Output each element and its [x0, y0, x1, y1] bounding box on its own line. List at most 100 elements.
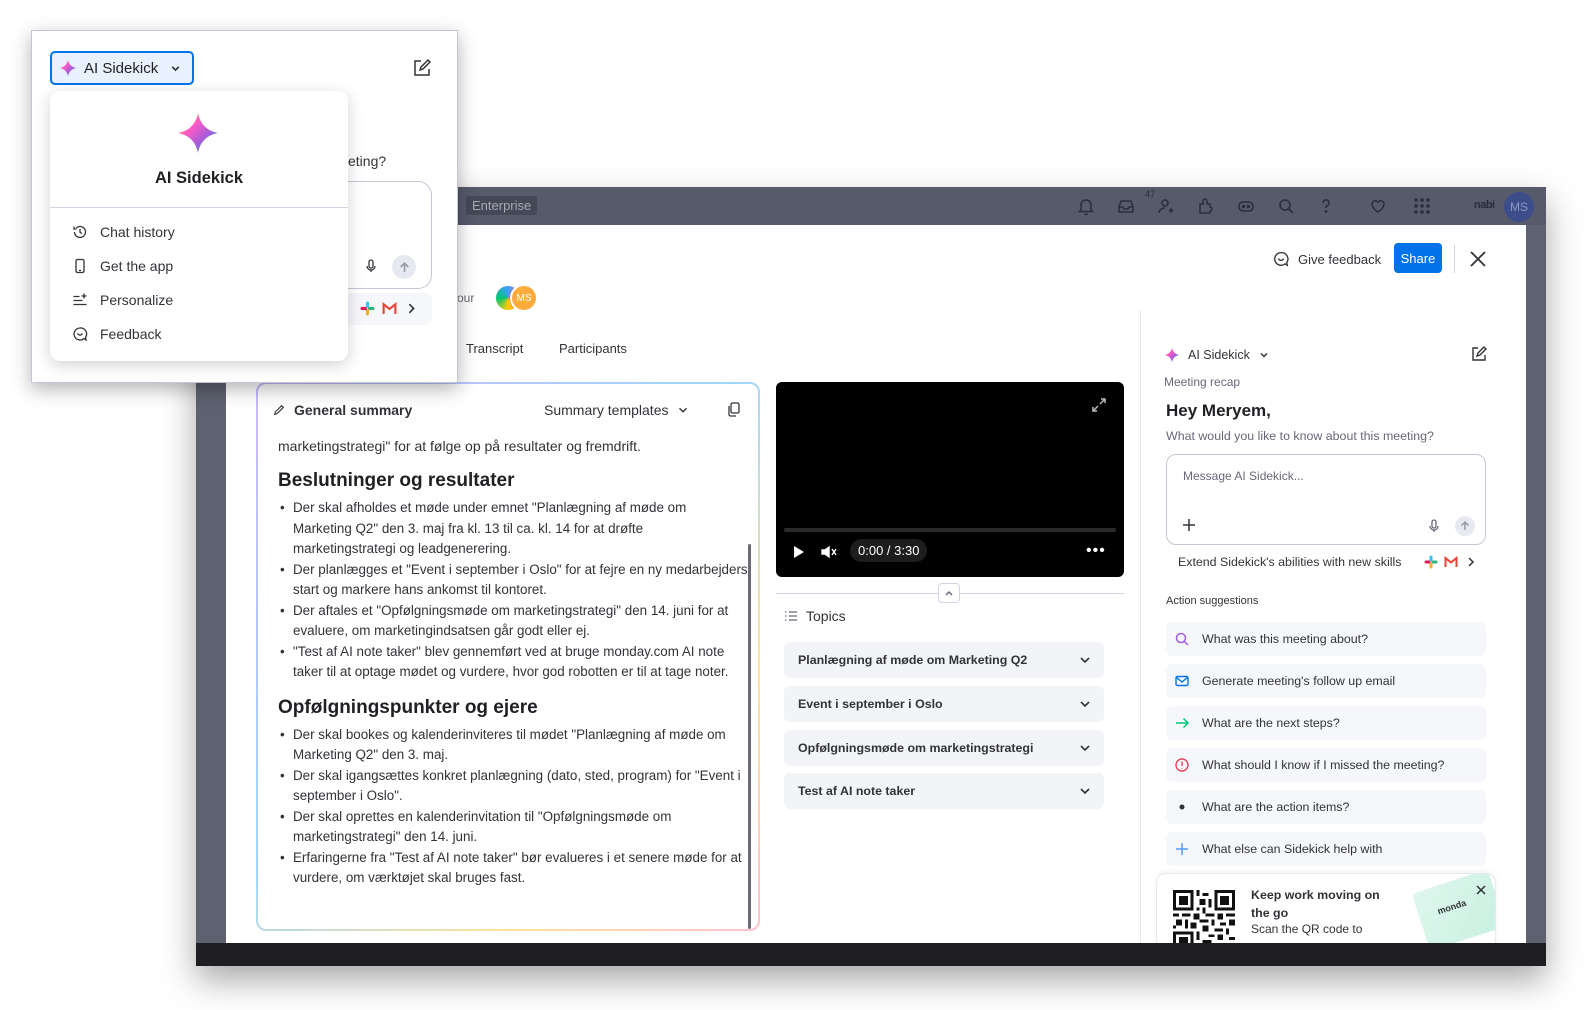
video-player[interactable]: 0:00 / 3:30 ••• — [776, 382, 1124, 577]
sidekick-star-icon — [59, 59, 77, 77]
inbox-icon[interactable] — [1116, 196, 1136, 216]
participant-avatar-ms: MS — [510, 284, 538, 312]
chevron-down-icon — [1080, 745, 1090, 752]
inbox-count: 47 — [1145, 189, 1156, 199]
meeting-time-partial: our — [457, 291, 475, 305]
chevron-right-icon — [408, 303, 415, 314]
extend-skills-text[interactable]: Extend Sidekick's abilities with new ski… — [1178, 555, 1401, 569]
new-chat-icon[interactable] — [1470, 345, 1488, 363]
play-icon[interactable] — [790, 544, 806, 560]
fullscreen-icon[interactable] — [1090, 396, 1108, 414]
suggestion-item[interactable]: Generate meeting's follow up email — [1166, 664, 1486, 698]
menu-item-feedback[interactable]: Feedback — [72, 326, 161, 342]
menu-item-chat-history[interactable]: Chat history — [72, 224, 175, 240]
section-heading: Opfølgningspunkter og ejere — [278, 696, 538, 718]
close-icon[interactable] — [1475, 884, 1487, 896]
topics-header: Topics — [784, 608, 846, 624]
sidekick-title: AI Sidekick — [1188, 348, 1250, 362]
bell-icon[interactable] — [1076, 196, 1096, 216]
close-icon[interactable] — [1466, 247, 1490, 271]
list-item: Der planlægges et "Event i september i O… — [278, 560, 748, 601]
menu-item-label: Personalize — [100, 292, 174, 308]
apps-puzzle-icon[interactable] — [1196, 196, 1216, 216]
suggestion-label: What should I know if I missed the meeti… — [1202, 758, 1445, 772]
app-grid-icon[interactable] — [1412, 196, 1432, 216]
send-button[interactable] — [392, 255, 416, 279]
sidekick-question-partial: eting? — [348, 153, 387, 169]
chevron-down-icon — [1080, 657, 1090, 664]
sidekick-star-icon — [177, 112, 219, 154]
chevron-right-icon — [1468, 557, 1475, 567]
topic-item[interactable]: Event i september i Oslo — [784, 686, 1104, 722]
topic-label: Event i september i Oslo — [798, 697, 943, 711]
invite-icon[interactable] — [1156, 196, 1176, 216]
volume-icon[interactable] — [820, 544, 840, 560]
gmail-icon — [382, 301, 397, 314]
decisions-list: Der skal afholdes et møde under emnet "P… — [278, 498, 748, 683]
suggestion-label: What are the action items? — [1202, 800, 1350, 814]
list-item: Der skal afholdes et møde under emnet "P… — [278, 498, 748, 560]
pencil-icon — [273, 404, 285, 416]
share-button[interactable]: Share — [1394, 243, 1442, 273]
more-options-icon[interactable]: ••• — [1086, 542, 1110, 562]
section-heading: Beslutninger og resultater — [278, 470, 515, 491]
skill-apps[interactable] — [1424, 555, 1478, 569]
collapse-video-button[interactable] — [938, 583, 960, 603]
plus-icon — [1174, 841, 1190, 857]
video-progress-bar[interactable] — [784, 528, 1116, 532]
sidekick-message-input[interactable]: Message AI Sidekick... — [1166, 454, 1486, 545]
user-avatar[interactable]: MS — [1504, 192, 1534, 222]
followups-list: Der skal bookes og kalenderinviteres til… — [278, 725, 748, 889]
microphone-icon[interactable] — [1427, 519, 1441, 533]
arrow-up-icon — [399, 261, 409, 272]
menu-divider — [50, 207, 348, 208]
plus-icon[interactable] — [1181, 517, 1197, 533]
list-item: Der aftales et "Opfølgningsmøde om marke… — [278, 601, 748, 642]
suggestion-label: What else can Sidekick help with — [1202, 842, 1383, 856]
summary-content[interactable]: marketingstrategi" for at følge op på re… — [278, 436, 748, 889]
arrow-up-icon — [1460, 520, 1470, 530]
summary-templates-label: Summary templates — [544, 402, 669, 418]
tab-transcript[interactable]: Transcript — [466, 341, 523, 356]
mail-icon — [1174, 673, 1190, 689]
tab-participants[interactable]: Participants — [559, 341, 627, 356]
sidekick-selector[interactable]: AI Sidekick — [1164, 347, 1270, 363]
dropdown-label: AI Sidekick — [84, 59, 159, 77]
summary-templates-dropdown[interactable]: Summary templates — [544, 402, 690, 418]
list-item: Der skal oprettes en kalenderinvitation … — [278, 807, 748, 848]
heart-icon[interactable] — [1368, 196, 1388, 216]
participants-avatars[interactable]: MS — [494, 284, 540, 312]
gmail-icon — [1444, 555, 1458, 567]
menu-item-personalize[interactable]: Personalize — [72, 292, 173, 308]
send-button[interactable] — [1455, 516, 1475, 536]
summary-lead-text: marketingstrategi" for at følge op på re… — [278, 438, 641, 454]
list-item: Erfaringerne fra "Test af AI note taker"… — [278, 848, 748, 889]
give-feedback-button[interactable]: Give feedback — [1272, 250, 1381, 268]
slack-icon — [360, 301, 375, 316]
topic-item[interactable]: Opfølgningsmøde om marketingstrategi — [784, 730, 1104, 766]
search-icon[interactable] — [1276, 196, 1296, 216]
ai-robot-icon[interactable] — [1236, 196, 1256, 216]
suggestion-item[interactable]: What are the next steps? — [1166, 706, 1486, 740]
menu-item-get-app[interactable]: Get the app — [72, 258, 173, 274]
help-icon[interactable] — [1316, 196, 1336, 216]
suggestion-item[interactable]: What was this meeting about? — [1166, 622, 1486, 656]
sidekick-mode-dropdown[interactable]: AI Sidekick — [50, 51, 194, 85]
suggestion-item[interactable]: What should I know if I missed the meeti… — [1166, 748, 1486, 782]
microphone-icon[interactable] — [364, 259, 378, 273]
menu-title: AI Sidekick — [154, 169, 244, 187]
summary-scrollbar[interactable] — [748, 544, 751, 929]
topic-item[interactable]: Test af AI note taker — [784, 773, 1104, 809]
suggestion-item[interactable]: What else can Sidekick help with — [1166, 832, 1486, 866]
chevron-down-icon — [1260, 352, 1268, 358]
new-chat-icon[interactable] — [412, 58, 432, 78]
topic-item[interactable]: Planlægning af møde om Marketing Q2 — [784, 642, 1104, 678]
copy-icon[interactable] — [726, 401, 742, 417]
sliders-icon — [73, 293, 87, 306]
suggestion-item[interactable]: What are the action items? — [1166, 790, 1486, 824]
skill-apps[interactable] — [360, 301, 419, 316]
list-icon — [785, 611, 797, 621]
menu-item-label: Feedback — [100, 326, 162, 342]
sidekick-question: What would you like to know about this m… — [1166, 429, 1434, 443]
dot-icon — [1174, 799, 1190, 815]
